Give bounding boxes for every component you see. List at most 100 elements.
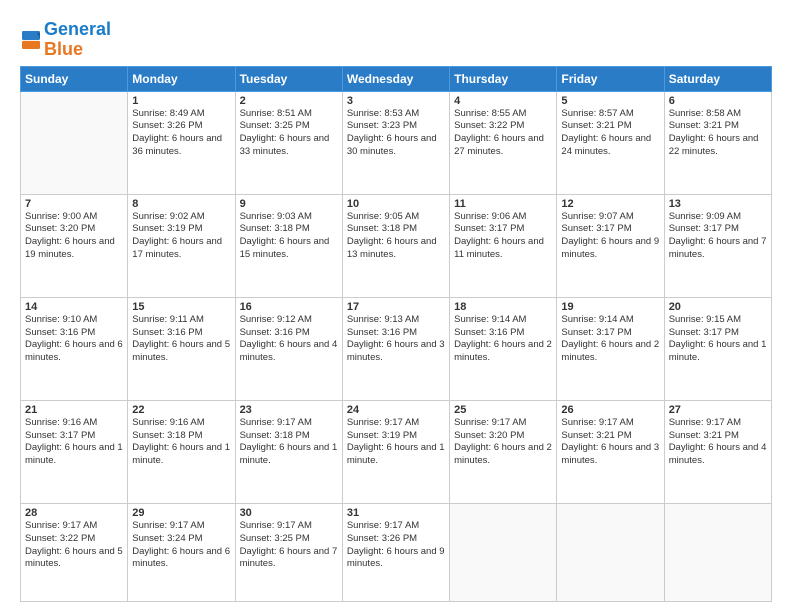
calendar-cell: 3Sunrise: 8:53 AMSunset: 3:23 PMDaylight… — [342, 91, 449, 194]
weekday-header-friday: Friday — [557, 66, 664, 91]
calendar-cell: 20Sunrise: 9:15 AMSunset: 3:17 PMDayligh… — [664, 297, 771, 400]
calendar-cell: 15Sunrise: 9:11 AMSunset: 3:16 PMDayligh… — [128, 297, 235, 400]
day-number: 1 — [132, 95, 230, 107]
day-number: 17 — [347, 301, 445, 313]
cell-info: Sunrise: 9:17 AMSunset: 3:25 PMDaylight:… — [240, 520, 338, 571]
cell-info: Sunrise: 9:11 AMSunset: 3:16 PMDaylight:… — [132, 314, 230, 365]
day-number: 27 — [669, 404, 767, 416]
calendar-cell: 14Sunrise: 9:10 AMSunset: 3:16 PMDayligh… — [21, 297, 128, 400]
day-number: 14 — [25, 301, 123, 313]
calendar-cell: 4Sunrise: 8:55 AMSunset: 3:22 PMDaylight… — [450, 91, 557, 194]
calendar-cell: 21Sunrise: 9:16 AMSunset: 3:17 PMDayligh… — [21, 400, 128, 503]
day-number: 7 — [25, 198, 123, 210]
cell-info: Sunrise: 8:57 AMSunset: 3:21 PMDaylight:… — [561, 108, 659, 159]
day-number: 22 — [132, 404, 230, 416]
day-number: 20 — [669, 301, 767, 313]
calendar-cell: 30Sunrise: 9:17 AMSunset: 3:25 PMDayligh… — [235, 503, 342, 601]
week-row-2: 14Sunrise: 9:10 AMSunset: 3:16 PMDayligh… — [21, 297, 772, 400]
day-number: 28 — [25, 507, 123, 519]
cell-info: Sunrise: 9:16 AMSunset: 3:17 PMDaylight:… — [25, 417, 123, 468]
calendar-cell — [557, 503, 664, 601]
cell-info: Sunrise: 9:10 AMSunset: 3:16 PMDaylight:… — [25, 314, 123, 365]
cell-info: Sunrise: 9:16 AMSunset: 3:18 PMDaylight:… — [132, 417, 230, 468]
calendar-cell: 1Sunrise: 8:49 AMSunset: 3:26 PMDaylight… — [128, 91, 235, 194]
cell-info: Sunrise: 9:02 AMSunset: 3:19 PMDaylight:… — [132, 211, 230, 262]
day-number: 13 — [669, 198, 767, 210]
calendar-cell — [450, 503, 557, 601]
cell-info: Sunrise: 8:55 AMSunset: 3:22 PMDaylight:… — [454, 108, 552, 159]
calendar-cell: 26Sunrise: 9:17 AMSunset: 3:21 PMDayligh… — [557, 400, 664, 503]
calendar-table: SundayMondayTuesdayWednesdayThursdayFrid… — [20, 66, 772, 602]
calendar-cell: 13Sunrise: 9:09 AMSunset: 3:17 PMDayligh… — [664, 194, 771, 297]
day-number: 30 — [240, 507, 338, 519]
day-number: 25 — [454, 404, 552, 416]
calendar-cell: 19Sunrise: 9:14 AMSunset: 3:17 PMDayligh… — [557, 297, 664, 400]
weekday-header-row: SundayMondayTuesdayWednesdayThursdayFrid… — [21, 66, 772, 91]
calendar-cell: 24Sunrise: 9:17 AMSunset: 3:19 PMDayligh… — [342, 400, 449, 503]
calendar-cell: 18Sunrise: 9:14 AMSunset: 3:16 PMDayligh… — [450, 297, 557, 400]
calendar-cell: 7Sunrise: 9:00 AMSunset: 3:20 PMDaylight… — [21, 194, 128, 297]
cell-info: Sunrise: 9:14 AMSunset: 3:17 PMDaylight:… — [561, 314, 659, 365]
page: General Blue SundayMondayTuesdayWednesda… — [0, 0, 792, 612]
cell-info: Sunrise: 9:06 AMSunset: 3:17 PMDaylight:… — [454, 211, 552, 262]
day-number: 6 — [669, 95, 767, 107]
weekday-header-saturday: Saturday — [664, 66, 771, 91]
cell-info: Sunrise: 9:03 AMSunset: 3:18 PMDaylight:… — [240, 211, 338, 262]
day-number: 5 — [561, 95, 659, 107]
day-number: 2 — [240, 95, 338, 107]
calendar-cell: 25Sunrise: 9:17 AMSunset: 3:20 PMDayligh… — [450, 400, 557, 503]
calendar-cell: 9Sunrise: 9:03 AMSunset: 3:18 PMDaylight… — [235, 194, 342, 297]
weekday-header-sunday: Sunday — [21, 66, 128, 91]
day-number: 16 — [240, 301, 338, 313]
week-row-4: 28Sunrise: 9:17 AMSunset: 3:22 PMDayligh… — [21, 503, 772, 601]
calendar-cell: 11Sunrise: 9:06 AMSunset: 3:17 PMDayligh… — [450, 194, 557, 297]
weekday-header-thursday: Thursday — [450, 66, 557, 91]
calendar-cell: 10Sunrise: 9:05 AMSunset: 3:18 PMDayligh… — [342, 194, 449, 297]
calendar-cell: 12Sunrise: 9:07 AMSunset: 3:17 PMDayligh… — [557, 194, 664, 297]
week-row-0: 1Sunrise: 8:49 AMSunset: 3:26 PMDaylight… — [21, 91, 772, 194]
day-number: 26 — [561, 404, 659, 416]
day-number: 24 — [347, 404, 445, 416]
day-number: 4 — [454, 95, 552, 107]
calendar-cell: 28Sunrise: 9:17 AMSunset: 3:22 PMDayligh… — [21, 503, 128, 601]
cell-info: Sunrise: 8:53 AMSunset: 3:23 PMDaylight:… — [347, 108, 445, 159]
cell-info: Sunrise: 9:13 AMSunset: 3:16 PMDaylight:… — [347, 314, 445, 365]
cell-info: Sunrise: 9:17 AMSunset: 3:22 PMDaylight:… — [25, 520, 123, 571]
calendar-cell: 16Sunrise: 9:12 AMSunset: 3:16 PMDayligh… — [235, 297, 342, 400]
weekday-header-wednesday: Wednesday — [342, 66, 449, 91]
calendar-cell: 5Sunrise: 8:57 AMSunset: 3:21 PMDaylight… — [557, 91, 664, 194]
cell-info: Sunrise: 8:58 AMSunset: 3:21 PMDaylight:… — [669, 108, 767, 159]
day-number: 21 — [25, 404, 123, 416]
cell-info: Sunrise: 8:51 AMSunset: 3:25 PMDaylight:… — [240, 108, 338, 159]
day-number: 10 — [347, 198, 445, 210]
cell-info: Sunrise: 9:00 AMSunset: 3:20 PMDaylight:… — [25, 211, 123, 262]
calendar-cell: 8Sunrise: 9:02 AMSunset: 3:19 PMDaylight… — [128, 194, 235, 297]
calendar-cell: 23Sunrise: 9:17 AMSunset: 3:18 PMDayligh… — [235, 400, 342, 503]
day-number: 18 — [454, 301, 552, 313]
cell-info: Sunrise: 9:15 AMSunset: 3:17 PMDaylight:… — [669, 314, 767, 365]
day-number: 8 — [132, 198, 230, 210]
logo-general: General — [44, 20, 111, 40]
day-number: 12 — [561, 198, 659, 210]
header: General Blue — [20, 16, 772, 60]
cell-info: Sunrise: 8:49 AMSunset: 3:26 PMDaylight:… — [132, 108, 230, 159]
cell-info: Sunrise: 9:17 AMSunset: 3:21 PMDaylight:… — [669, 417, 767, 468]
weekday-header-tuesday: Tuesday — [235, 66, 342, 91]
calendar-cell: 2Sunrise: 8:51 AMSunset: 3:25 PMDaylight… — [235, 91, 342, 194]
calendar-cell — [21, 91, 128, 194]
day-number: 11 — [454, 198, 552, 210]
logo: General Blue — [20, 20, 111, 60]
day-number: 23 — [240, 404, 338, 416]
week-row-3: 21Sunrise: 9:16 AMSunset: 3:17 PMDayligh… — [21, 400, 772, 503]
cell-info: Sunrise: 9:14 AMSunset: 3:16 PMDaylight:… — [454, 314, 552, 365]
week-row-1: 7Sunrise: 9:00 AMSunset: 3:20 PMDaylight… — [21, 194, 772, 297]
calendar-cell: 31Sunrise: 9:17 AMSunset: 3:26 PMDayligh… — [342, 503, 449, 601]
cell-info: Sunrise: 9:17 AMSunset: 3:18 PMDaylight:… — [240, 417, 338, 468]
cell-info: Sunrise: 9:12 AMSunset: 3:16 PMDaylight:… — [240, 314, 338, 365]
cell-info: Sunrise: 9:09 AMSunset: 3:17 PMDaylight:… — [669, 211, 767, 262]
calendar-cell: 29Sunrise: 9:17 AMSunset: 3:24 PMDayligh… — [128, 503, 235, 601]
day-number: 19 — [561, 301, 659, 313]
calendar-cell: 27Sunrise: 9:17 AMSunset: 3:21 PMDayligh… — [664, 400, 771, 503]
calendar-cell: 22Sunrise: 9:16 AMSunset: 3:18 PMDayligh… — [128, 400, 235, 503]
day-number: 15 — [132, 301, 230, 313]
